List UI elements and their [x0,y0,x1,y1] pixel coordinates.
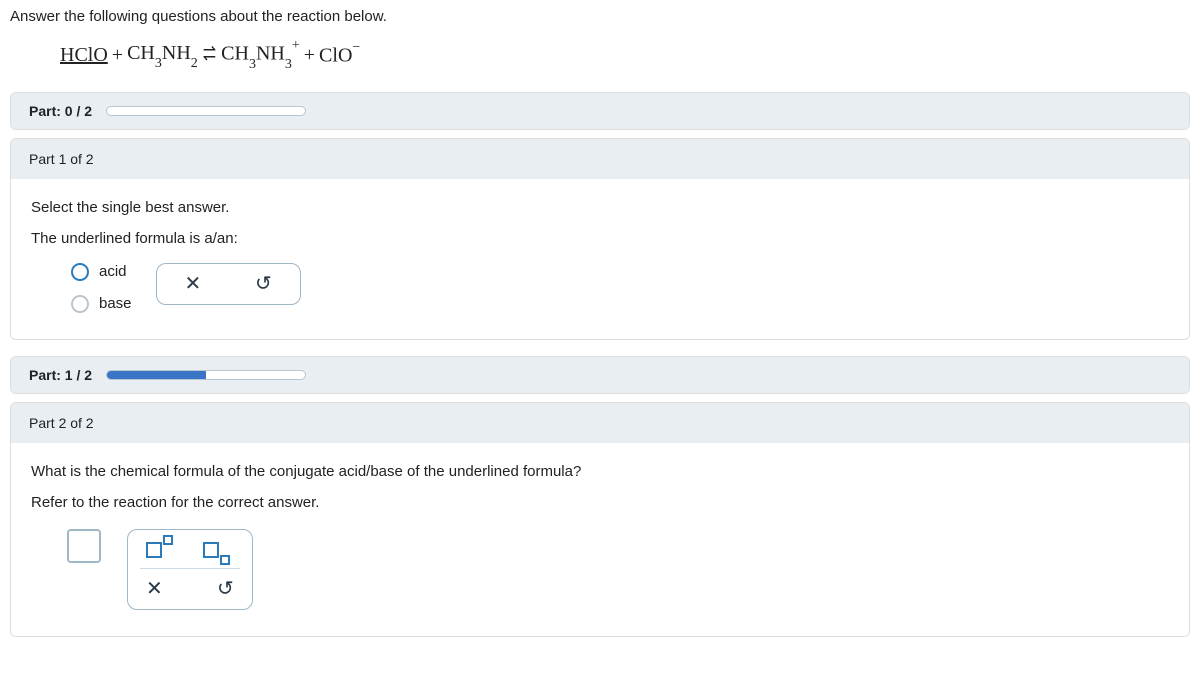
reactant-ch3nh2: CH3NH2 [127,42,198,69]
part-2-header: Part 2 of 2 [11,403,1189,443]
radio-label: base [99,295,132,312]
reactant-hclo: HClO [60,44,108,67]
plus-sign: + [112,44,123,67]
radio-option-base[interactable]: base [71,295,132,313]
part-1-header: Part 1 of 2 [11,139,1189,179]
plus-sign: + [304,44,315,67]
part-2-instruction-2: Refer to the reaction for the correct an… [31,494,1169,511]
subscript-button[interactable] [203,542,230,558]
radio-option-acid[interactable]: acid [71,263,132,281]
part-1-instruction-2: The underlined formula is a/an: [31,230,1169,247]
progress-track [106,106,306,116]
radio-icon [71,263,89,281]
chemical-equation: HClO + CH3NH2 ⇀↽ CH3NH3+ + ClO− [60,41,1190,70]
progress-bar-0: Part: 0 / 2 [11,93,1189,129]
clear-button[interactable]: ✕ [146,579,163,599]
progress-track [106,370,306,380]
clear-button[interactable]: ✕ [185,274,202,294]
part-1-instruction-1: Select the single best answer. [31,199,1169,216]
progress-bar-1: Part: 1 / 2 [11,357,1189,393]
superscript-button[interactable] [146,542,173,558]
formula-palette: ✕ ↻ [127,529,253,610]
part-2-instruction-1: What is the chemical formula of the conj… [31,463,1169,480]
question-intro: Answer the following questions about the… [10,8,1190,25]
equilibrium-arrows-icon: ⇀↽ [203,47,216,61]
undo-button[interactable]: ↻ [217,579,234,599]
part-1-toolbox: ✕ ↻ [156,263,302,305]
product-clo-minus: ClO− [319,43,360,68]
radio-label: acid [99,263,127,280]
product-ch3nh3plus: CH3NH3+ [221,41,300,70]
undo-button[interactable]: ↻ [255,274,272,294]
radio-icon [71,295,89,313]
formula-input[interactable] [67,529,101,563]
